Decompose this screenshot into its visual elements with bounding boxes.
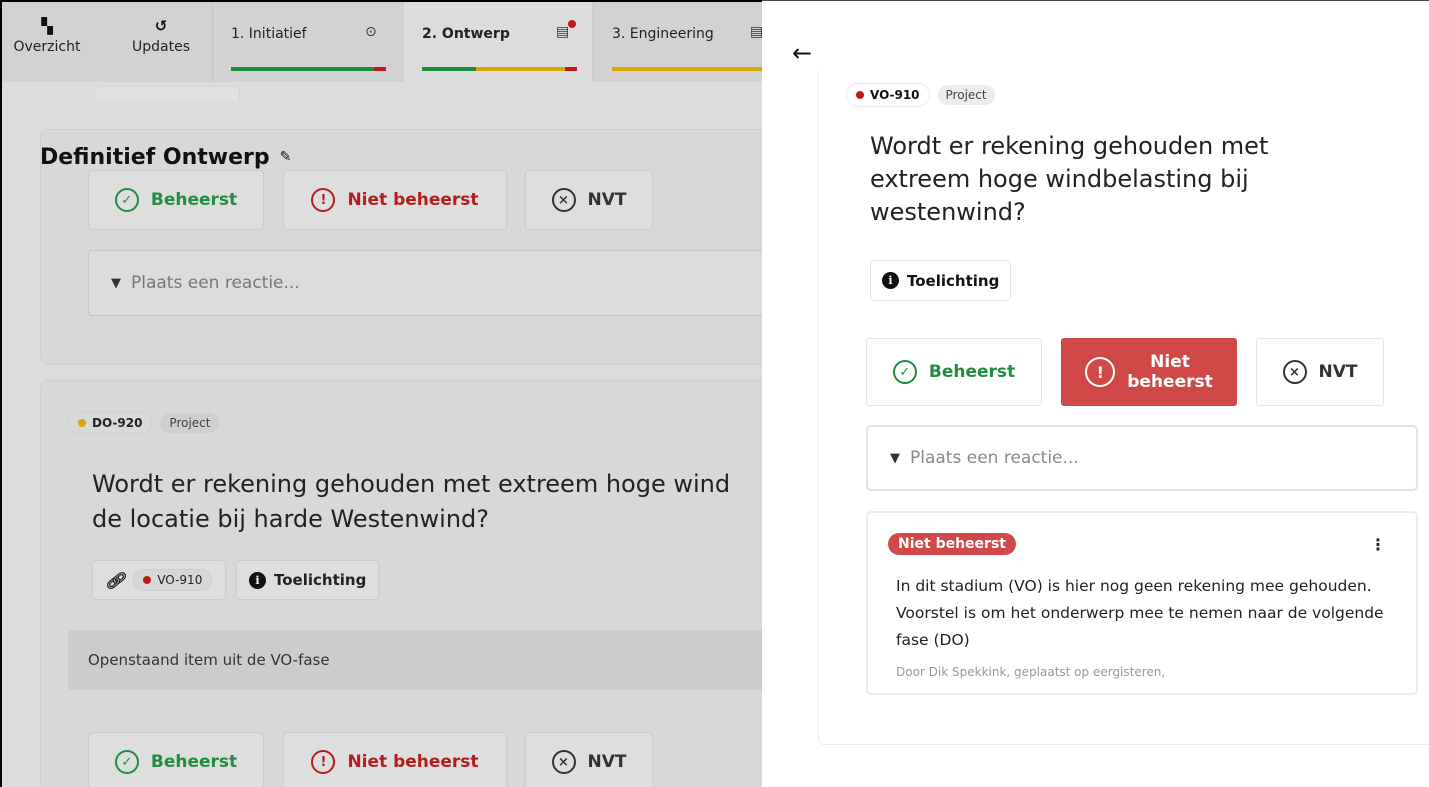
phase-progress-bar <box>422 67 577 71</box>
status-badge: Niet beheerst <box>888 533 1016 555</box>
panel-chips: VO-910 Project <box>846 83 995 107</box>
main-app-area: ▚ Overzicht ↺ Updates 1. Initiatief ⊙ 2.… <box>0 0 762 787</box>
status-dot <box>78 419 86 427</box>
not-managed-label: Niet beheerst <box>347 190 479 210</box>
x-circle-icon: × <box>551 750 576 774</box>
item-id: DO-920 <box>92 416 143 430</box>
explain-button[interactable]: i Toelichting <box>870 260 1012 301</box>
phase-progress-bar <box>231 67 386 71</box>
info-icon: i <box>882 272 899 289</box>
speech-bubble-icon: ▼ <box>890 450 900 466</box>
link-icon: 🔗︎ <box>105 570 126 590</box>
linked-id-chip: VO-910 <box>133 569 213 591</box>
back-arrow-icon[interactable]: ← <box>792 39 812 67</box>
item-tag: Project <box>160 413 220 433</box>
status-dot <box>143 576 152 584</box>
x-circle-icon: × <box>1282 360 1307 384</box>
tab-label: 1. Initiatief <box>231 26 307 42</box>
overview-button[interactable]: ▚ Overzicht <box>2 2 92 82</box>
not-managed-button[interactable]: ! Niet beheerst <box>1061 338 1237 406</box>
phase-tabbar: ▚ Overzicht ↺ Updates 1. Initiatief ⊙ 2.… <box>2 2 762 82</box>
question-line: Wordt er rekening gehouden met extreem h… <box>92 470 731 498</box>
na-label: NVT <box>1318 362 1358 382</box>
na-button[interactable]: × NVT <box>1256 338 1384 406</box>
na-button[interactable]: × NVT <box>525 732 653 787</box>
status-dot <box>856 91 864 99</box>
managed-button[interactable]: ✓ Beheerst <box>88 732 264 787</box>
info-icon: i <box>249 571 266 589</box>
speech-bubble-icon: ▼ <box>111 275 121 291</box>
explain-label: Toelichting <box>907 271 1000 290</box>
not-managed-label: Niet beheerst <box>347 752 479 772</box>
check-circle-icon: ⊙ <box>365 24 377 40</box>
not-managed-label-line: beheerst <box>1127 372 1213 392</box>
managed-label: Beheerst <box>150 190 238 210</box>
item-id-chip[interactable]: DO-920 <box>68 412 153 434</box>
exclamation-circle-icon: ! <box>311 188 336 212</box>
not-managed-label: Niet beheerst <box>1127 352 1213 392</box>
linked-item-button[interactable]: 🔗︎ VO-910 <box>92 560 226 600</box>
question-line: de locatie bij harde Westenwind? <box>92 505 490 533</box>
open-item-note: Openstaand item uit de VO-fase <box>68 630 762 690</box>
not-managed-button[interactable]: ! Niet beheerst <box>283 170 507 230</box>
managed-button[interactable]: ✓ Beheerst <box>866 338 1042 406</box>
comment-text: In dit stadium (VO) is hier nog geen rek… <box>896 577 1384 649</box>
managed-label: Beheerst <box>150 752 238 772</box>
phase-progress-bar <box>612 67 762 71</box>
panel-id: VO-910 <box>870 88 920 102</box>
not-managed-label-line: Niet <box>1150 352 1190 372</box>
panel-tag: Project <box>937 85 995 105</box>
item-chips: DO-920 Project <box>68 412 220 434</box>
exclamation-circle-icon: ! <box>311 750 336 774</box>
comment-input[interactable]: ▼ Plaats een reactie... <box>88 250 762 316</box>
tab-ontwerp[interactable]: 2. Ontwerp ▤ <box>404 2 592 82</box>
managed-label: Beheerst <box>928 362 1016 382</box>
updates-button[interactable]: ↺ Updates <box>120 2 202 82</box>
linked-id: VO-910 <box>157 573 203 587</box>
page-title: Definitief Ontwerp ✎ <box>40 145 291 170</box>
tab-label: 2. Ontwerp <box>422 26 510 42</box>
check-circle-icon: ✓ <box>114 750 139 774</box>
clipboard-icon: ▤ <box>750 24 762 40</box>
tab-initiatief[interactable]: 1. Initiatief ⊙ <box>213 2 403 82</box>
question-text: Wordt er rekening gehouden met extreem h… <box>92 467 730 537</box>
explain-label: Toelichting <box>274 571 367 589</box>
comment-placeholder: Plaats een reactie... <box>131 273 300 293</box>
x-circle-icon: × <box>551 188 576 212</box>
comment-input[interactable]: ▼ Plaats een reactie... <box>866 425 1418 491</box>
history-icon: ↺ <box>154 17 168 35</box>
explain-button[interactable]: i Toelichting <box>236 560 380 600</box>
note-text: Openstaand item uit de VO-fase <box>88 651 330 669</box>
check-circle-icon: ✓ <box>892 360 917 384</box>
tab-engineering[interactable]: 3. Engineering ▤ <box>594 2 762 82</box>
updates-label: Updates <box>132 39 190 55</box>
na-label: NVT <box>587 190 627 210</box>
exclamation-circle-icon: ! <box>1085 357 1116 387</box>
more-options-icon[interactable]: ⋮ <box>1370 535 1386 554</box>
comment-meta: Door Dik Spekkink, geplaatst op eergiste… <box>896 665 1166 679</box>
na-label: NVT <box>587 752 627 772</box>
overview-label: Overzicht <box>13 39 81 55</box>
tab-stub <box>94 86 240 100</box>
managed-button[interactable]: ✓ Beheerst <box>88 170 264 230</box>
clipboard-icon: ▤ <box>556 24 570 40</box>
na-button[interactable]: × NVT <box>525 170 653 230</box>
dashboard-icon: ▚ <box>41 17 53 35</box>
comment-placeholder: Plaats een reactie... <box>910 448 1079 468</box>
panel-question: Wordt er rekening gehouden met extreem h… <box>870 132 1269 226</box>
not-managed-button[interactable]: ! Niet beheerst <box>283 732 507 787</box>
notification-dot <box>568 20 576 28</box>
tab-label: 3. Engineering <box>612 26 714 42</box>
page-title-text: Definitief Ontwerp <box>40 145 270 170</box>
panel-id-chip[interactable]: VO-910 <box>846 83 930 107</box>
check-circle-icon: ✓ <box>114 188 139 212</box>
pencil-icon[interactable]: ✎ <box>280 149 292 165</box>
comment-card: Niet beheerst ⋮ In dit stadium (VO) is h… <box>866 511 1418 695</box>
